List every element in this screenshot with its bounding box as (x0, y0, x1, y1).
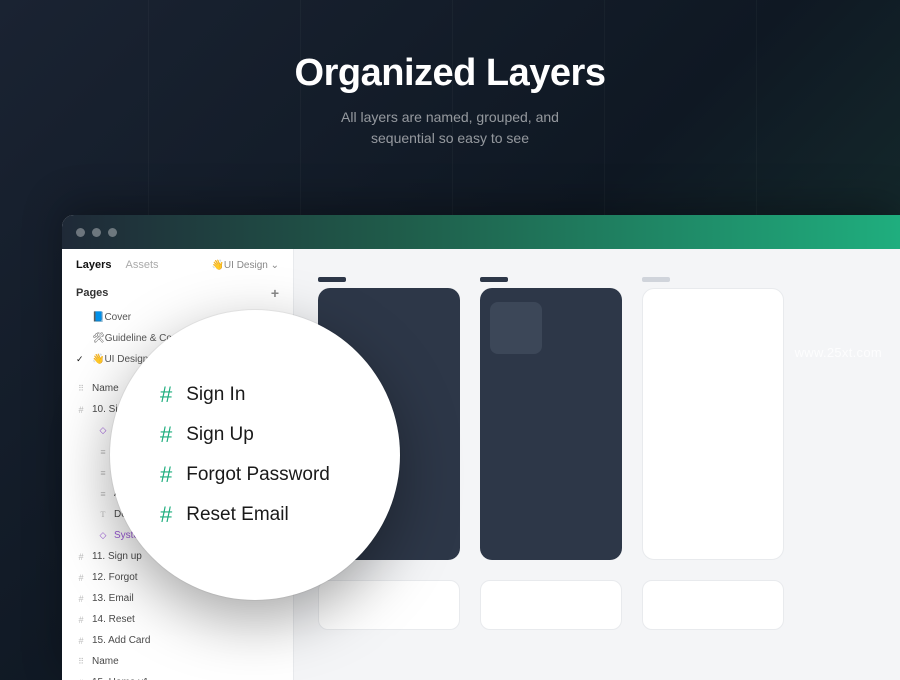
pages-label: Pages (76, 287, 108, 299)
comp-icon (98, 426, 108, 436)
artboard-small[interactable] (642, 580, 784, 630)
layer-row[interactable]: 15. Add Card (70, 630, 285, 651)
zoom-layer-label: Sign In (186, 384, 245, 406)
dots-icon (76, 384, 86, 394)
layer-label: 12. Forgot (92, 572, 138, 583)
frame-icon (76, 615, 86, 625)
frame-icon (76, 594, 86, 604)
hero-subtitle: All layers are named, grouped, andsequen… (0, 107, 900, 149)
layer-row[interactable]: Name (70, 651, 285, 672)
hero: Organized Layers All layers are named, g… (0, 0, 900, 149)
traffic-light-close[interactable] (76, 228, 85, 237)
lines-icon (98, 447, 108, 457)
traffic-light-minimize[interactable] (92, 228, 101, 237)
hero-title: Organized Layers (0, 52, 900, 95)
frame-label (642, 277, 670, 282)
watermark: www.25xt.com (795, 345, 882, 360)
zoom-layer-label: Sign Up (186, 424, 254, 446)
layer-label: Name (92, 656, 119, 667)
magnifier-overlay: # Sign In # Sign Up # Forgot Password # Reset E… (110, 310, 400, 600)
window-titlebar (62, 215, 900, 249)
layer-label: 13. Email (92, 593, 134, 604)
text-icon (98, 510, 108, 520)
artboard-small[interactable] (480, 580, 622, 630)
lines-icon (98, 468, 108, 478)
layer-label: 15. Add Card (92, 635, 150, 646)
layer-row[interactable]: 14. Reset (70, 609, 285, 630)
layer-row[interactable]: 15. Home v1 (70, 672, 285, 680)
artboard-small[interactable] (318, 580, 460, 630)
artboard-dark-2[interactable] (480, 288, 622, 560)
zoom-layer-label: Reset Email (186, 504, 288, 526)
artboard-light-1[interactable] (642, 288, 784, 560)
zoom-layer-item: # Reset Email (160, 502, 400, 528)
tab-assets[interactable]: Assets (125, 259, 158, 271)
frame-icon (76, 573, 86, 583)
frame-label (480, 277, 508, 282)
add-page-button[interactable]: + (271, 285, 279, 301)
frame-icon: # (160, 462, 172, 488)
tab-layers[interactable]: Layers (76, 259, 111, 271)
frame-label (318, 277, 346, 282)
frame-icon (76, 552, 86, 562)
zoom-layer-item: # Sign Up (160, 422, 400, 448)
frame-icon (76, 636, 86, 646)
layer-label: Name (92, 383, 119, 394)
chevron-down-icon: ⌄ (271, 260, 279, 271)
frame-icon: # (160, 422, 172, 448)
layer-label: 11. Sign up (92, 551, 142, 562)
lines-icon (98, 489, 108, 499)
zoom-layer-label: Forgot Password (186, 464, 330, 486)
zoom-layer-item: # Forgot Password (160, 462, 400, 488)
layer-label: 14. Reset (92, 614, 135, 625)
dots-icon (76, 657, 86, 667)
zoom-layer-item: # Sign In (160, 382, 400, 408)
project-dropdown[interactable]: 👋UI Design ⌄ (211, 260, 279, 271)
frame-icon: # (160, 382, 172, 408)
frame-icon: # (160, 502, 172, 528)
placeholder-box (490, 302, 542, 354)
traffic-light-zoom[interactable] (108, 228, 117, 237)
frame-icon (76, 405, 86, 415)
comp-icon (98, 531, 108, 541)
